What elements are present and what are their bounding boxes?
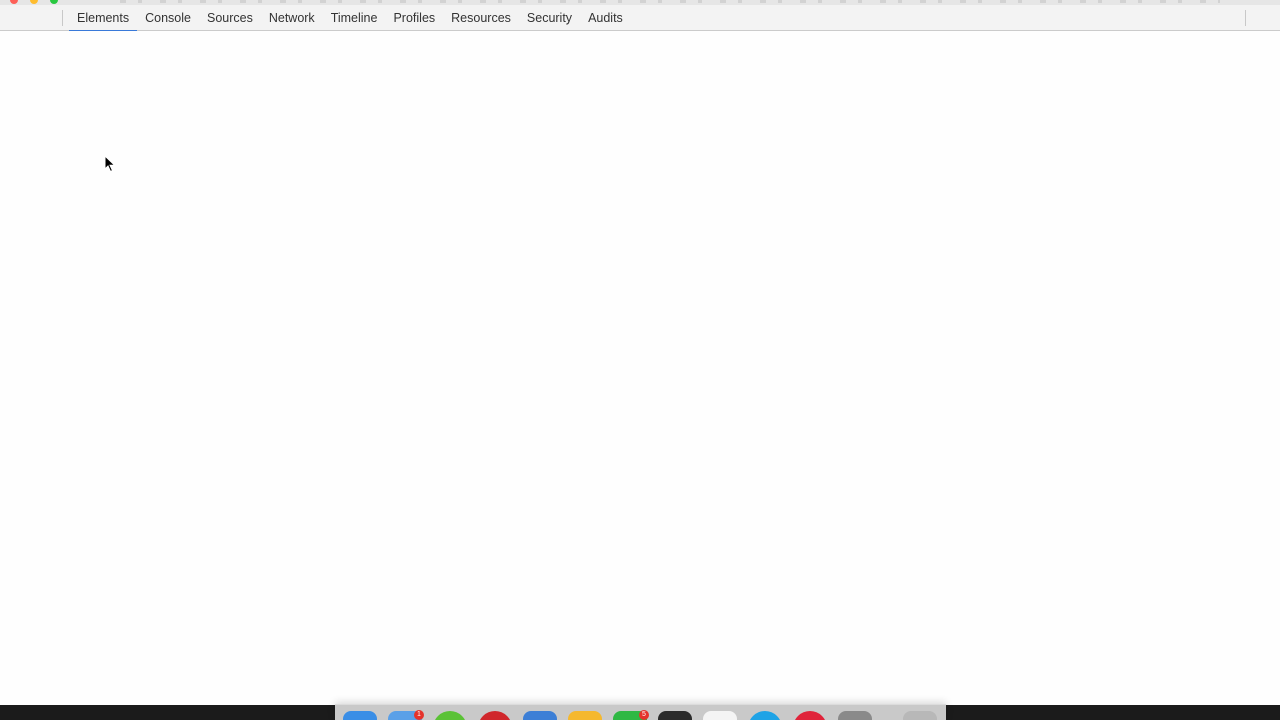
opera-icon[interactable] [478,711,512,720]
messages-icon[interactable] [433,711,467,720]
tab-network[interactable]: Network [261,5,323,31]
tab-sources[interactable]: Sources [199,5,261,31]
terminal-icon[interactable] [658,711,692,720]
tab-profiles[interactable]: Profiles [385,5,443,31]
record-icon[interactable] [793,711,827,720]
zoom-window-icon[interactable] [50,0,58,4]
tab-elements[interactable]: Elements [69,5,138,32]
tab-audits[interactable]: Audits [580,5,631,31]
finder-icon[interactable] [343,711,377,720]
tab-security[interactable]: Security [519,5,580,31]
minimize-window-icon[interactable] [30,0,38,4]
clipped-window-text [120,0,1220,3]
devtools-tab-bar: Elements Console Sources Network Timelin… [0,5,1280,32]
trash-icon[interactable] [903,711,937,720]
sketch-icon[interactable] [568,711,602,720]
close-window-icon[interactable] [10,0,18,4]
toolbar-divider [62,10,63,26]
dock: 15 [335,704,946,720]
tab-timeline[interactable]: Timeline [323,5,386,31]
toolbar-divider [1245,10,1246,26]
xcode-icon[interactable] [523,711,557,720]
notification-badge: 1 [414,710,424,720]
devtools-tabs: Elements Console Sources Network Timelin… [69,5,631,32]
notes-icon[interactable] [703,711,737,720]
mouse-cursor-icon [104,155,116,173]
notification-badge: 5 [639,710,649,720]
film-icon[interactable] [838,711,872,720]
skype-icon[interactable] [748,711,782,720]
tab-console[interactable]: Console [137,5,199,31]
tab-resources[interactable]: Resources [443,5,519,31]
devtools-panel-content[interactable] [0,31,1280,705]
screen: Elements Console Sources Network Timelin… [0,0,1280,720]
